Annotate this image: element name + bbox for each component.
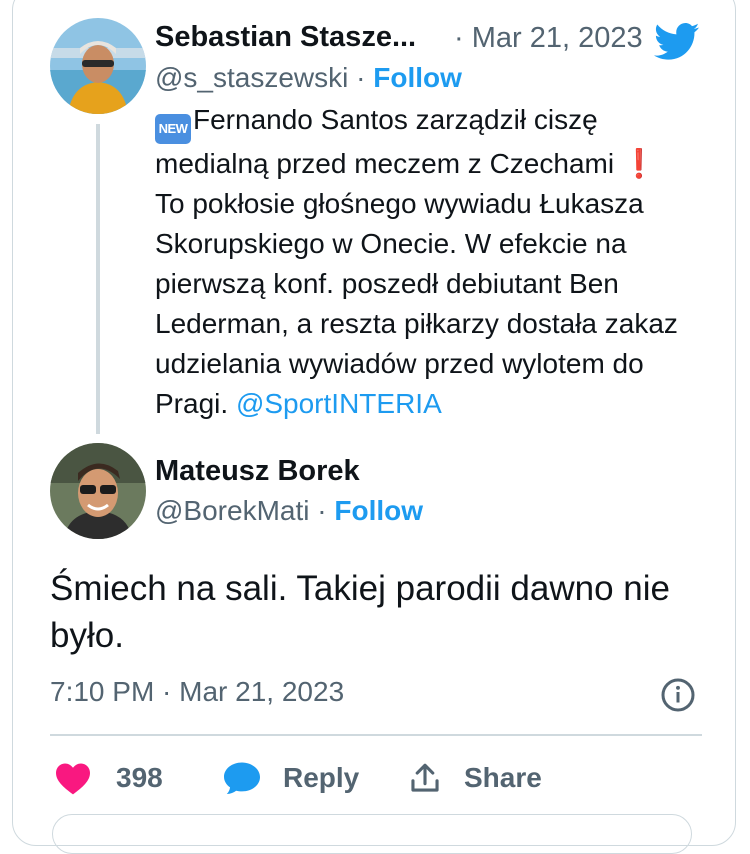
quoted-author-name[interactable]: Sebastian Stasze...	[155, 21, 416, 54]
reply-handle[interactable]: @BorekMati	[155, 495, 309, 526]
reply-handle-row: @BorekMati · Follow	[155, 495, 423, 527]
tweet-timestamp[interactable]: 7:10 PM · Mar 21, 2023	[50, 676, 344, 708]
quoted-handle-row: @s_staszewski · Follow	[155, 62, 462, 94]
avatar-sebastian[interactable]	[50, 18, 146, 114]
quoted-follow-link[interactable]: Follow	[373, 62, 462, 93]
mention-link[interactable]: @SportINTERIA	[236, 388, 442, 419]
avatar-image	[50, 18, 146, 114]
reply-button[interactable]: Reply	[222, 756, 359, 800]
avatar-mateusz[interactable]	[50, 443, 146, 539]
separator-dot: ·	[356, 62, 366, 93]
exclamation-icon: ❗	[621, 148, 657, 179]
info-icon[interactable]	[660, 677, 696, 713]
like-button[interactable]: 398	[54, 756, 163, 800]
reply-follow-link[interactable]: Follow	[334, 495, 423, 526]
twitter-bird-icon[interactable]	[654, 22, 700, 62]
quoted-handle[interactable]: @s_staszewski	[155, 62, 348, 93]
share-label: Share	[464, 762, 542, 793]
share-button[interactable]: Share	[408, 756, 542, 800]
quoted-tweet-text: NEW Fernando Santos zarządził ciszę media…	[155, 100, 715, 424]
reply-tweet-text: Śmiech na sali. Takiej parodii dawno nie…	[50, 569, 670, 655]
quoted-text-line2: To pokłosie głośnego wywiadu Łukasza Sko…	[155, 188, 678, 419]
speech-bubble-icon	[224, 762, 260, 795]
quoted-date[interactable]: · Mar 21, 2023	[454, 22, 643, 55]
avatar-image	[50, 443, 146, 539]
share-upload-icon	[411, 763, 439, 792]
thread-connector-line	[96, 124, 100, 434]
heart-icon	[56, 763, 90, 795]
reply-label: Reply	[283, 762, 360, 793]
new-badge-icon: NEW	[155, 114, 191, 144]
read-replies-button[interactable]	[52, 814, 692, 854]
reply-author-name[interactable]: Mateusz Borek	[155, 455, 360, 488]
quoted-text-line1: Fernando Santos zarządził ciszę medialną…	[155, 104, 615, 179]
divider	[50, 734, 702, 736]
like-count: 398	[116, 762, 163, 793]
separator-dot: ·	[317, 495, 327, 526]
